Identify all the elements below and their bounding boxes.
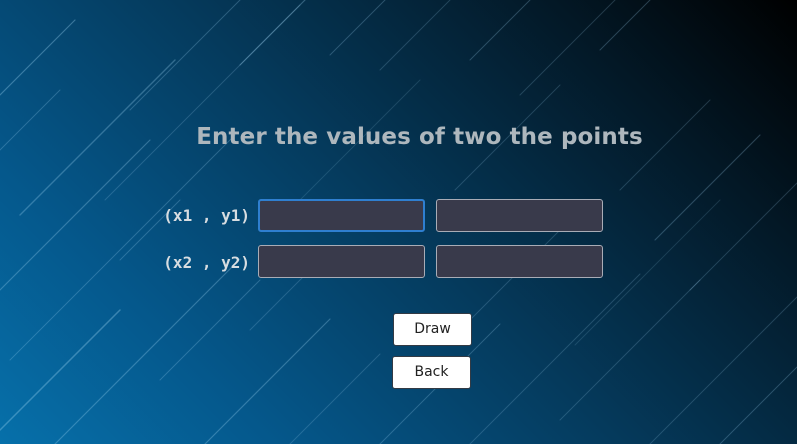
point-2-label: (x2 , y2) bbox=[163, 253, 250, 272]
back-button[interactable]: Back bbox=[392, 356, 471, 389]
draw-button[interactable]: Draw bbox=[393, 313, 472, 346]
point-1-label: (x1 , y1) bbox=[163, 206, 250, 225]
x2-input[interactable] bbox=[258, 245, 425, 278]
y1-input[interactable] bbox=[436, 199, 603, 232]
y2-input[interactable] bbox=[436, 245, 603, 278]
x1-input[interactable] bbox=[258, 199, 425, 232]
page-title: Enter the values of two the points bbox=[196, 124, 643, 150]
